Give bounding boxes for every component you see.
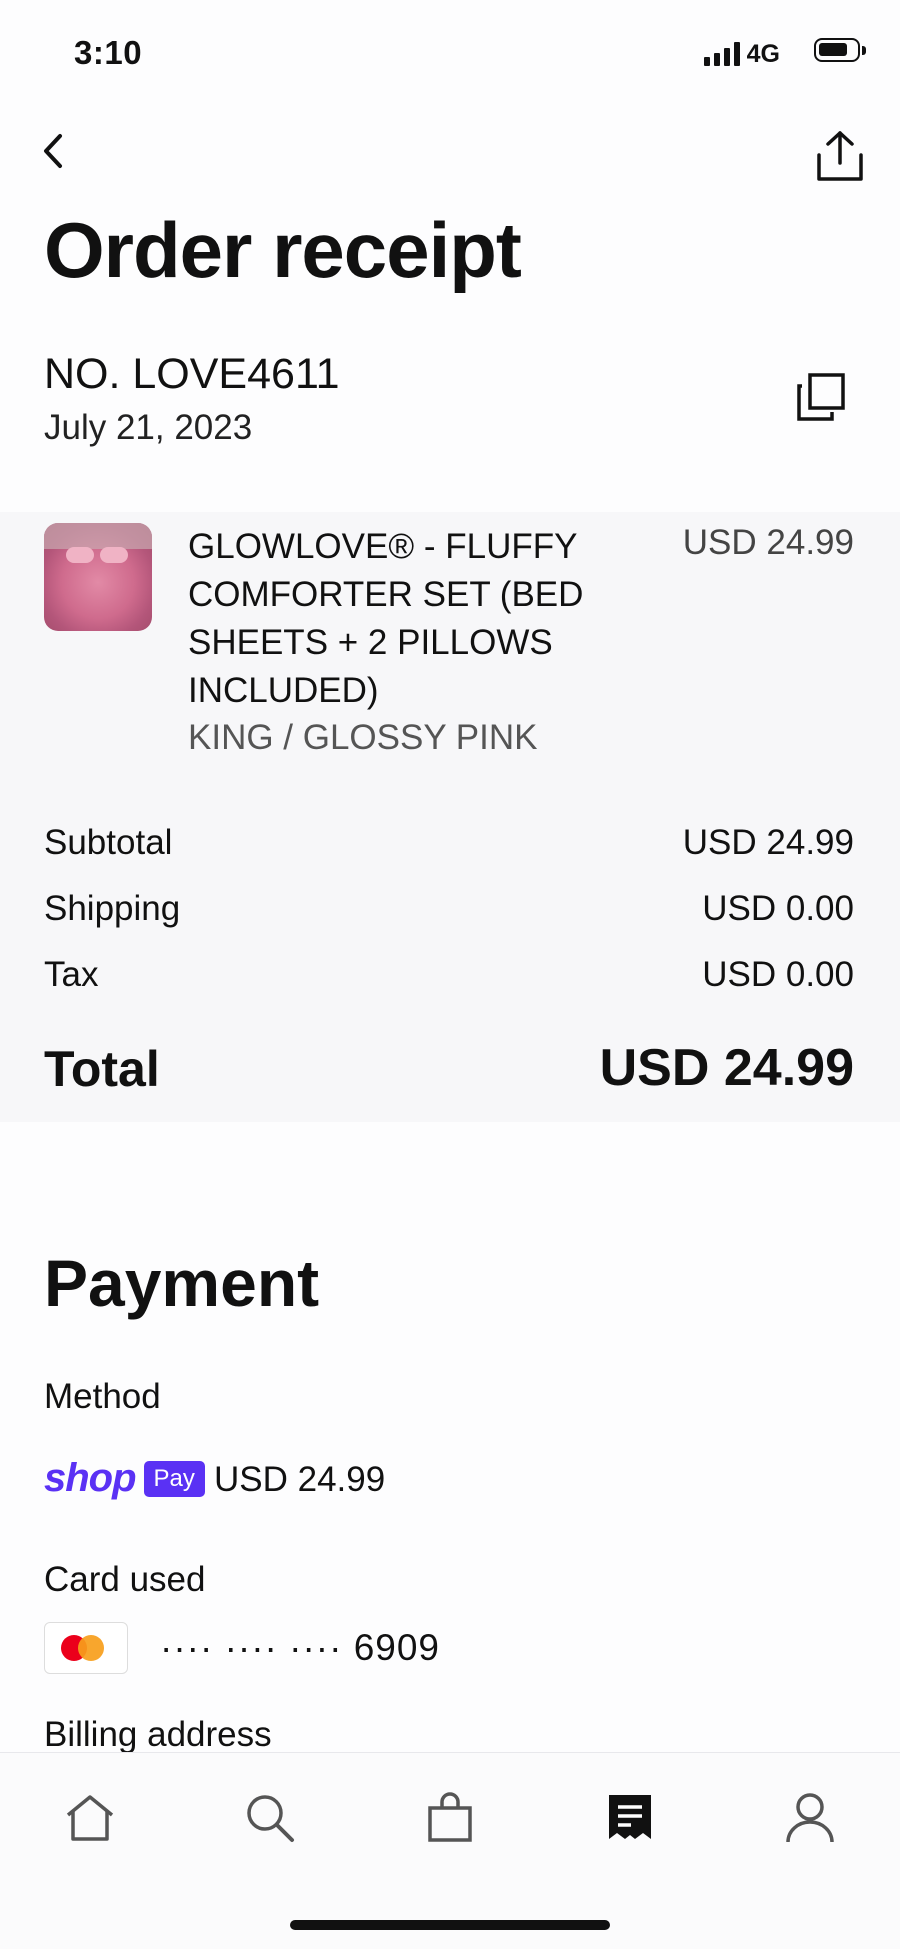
shop-pay-logo: shop Pay (44, 1456, 205, 1501)
home-indicator (290, 1920, 610, 1930)
status-time: 3:10 (74, 34, 143, 71)
search-icon (247, 1795, 294, 1842)
billing-address-label: Billing address (44, 1715, 272, 1754)
subtotal-label: Subtotal (44, 823, 173, 862)
tab-home[interactable] (55, 1788, 125, 1848)
share-icon (817, 131, 863, 181)
card-used-label: Card used (44, 1560, 206, 1599)
page-title: Order receipt (44, 206, 522, 294)
card-number-masked: ···· ···· ···· 6909 (160, 1627, 441, 1668)
home-icon (66, 1795, 114, 1841)
tab-search[interactable] (235, 1788, 305, 1848)
order-date: July 21, 2023 (44, 408, 253, 447)
tab-shop[interactable] (415, 1788, 485, 1848)
shipping-value: USD 0.00 (702, 889, 854, 928)
receipt-icon (609, 1795, 651, 1839)
total-label: Total (44, 1041, 160, 1097)
subtotal-value: USD 24.99 (682, 823, 854, 862)
copy-button[interactable] (794, 370, 848, 424)
method-amount: USD 24.99 (214, 1460, 386, 1499)
tax-value: USD 0.00 (702, 955, 854, 994)
mastercard-icon (44, 1622, 128, 1674)
product-name: GLOWLOVE® - FLUFFY COMFORTER SET (BED SH… (188, 527, 584, 710)
back-button[interactable] (34, 126, 74, 176)
product-image[interactable] (44, 523, 152, 631)
order-number: NO. LOVE4611 (44, 350, 340, 398)
cellular-signal-icon (704, 40, 740, 66)
tab-account[interactable] (775, 1788, 845, 1848)
payment-section-title: Payment (44, 1246, 320, 1320)
tax-label: Tax (44, 955, 99, 994)
battery-icon (814, 38, 860, 62)
battery-tip (862, 46, 866, 55)
shop-pay-badge: Pay (143, 1460, 205, 1497)
shop-pay-wordmark: shop (44, 1456, 137, 1500)
share-button[interactable] (810, 124, 870, 188)
method-label: Method (44, 1377, 161, 1416)
product-price: USD 24.99 (682, 523, 854, 562)
shopping-bag-icon (428, 1792, 472, 1842)
total-value: USD 24.99 (599, 1039, 854, 1097)
copy-icon (797, 373, 845, 421)
network-type: 4G (746, 40, 780, 68)
product-variant: KING / GLOSSY PINK (188, 718, 538, 757)
chevron-left-icon (44, 134, 62, 168)
tab-orders[interactable] (595, 1788, 665, 1848)
profile-icon (786, 1793, 834, 1843)
shipping-label: Shipping (44, 889, 181, 928)
